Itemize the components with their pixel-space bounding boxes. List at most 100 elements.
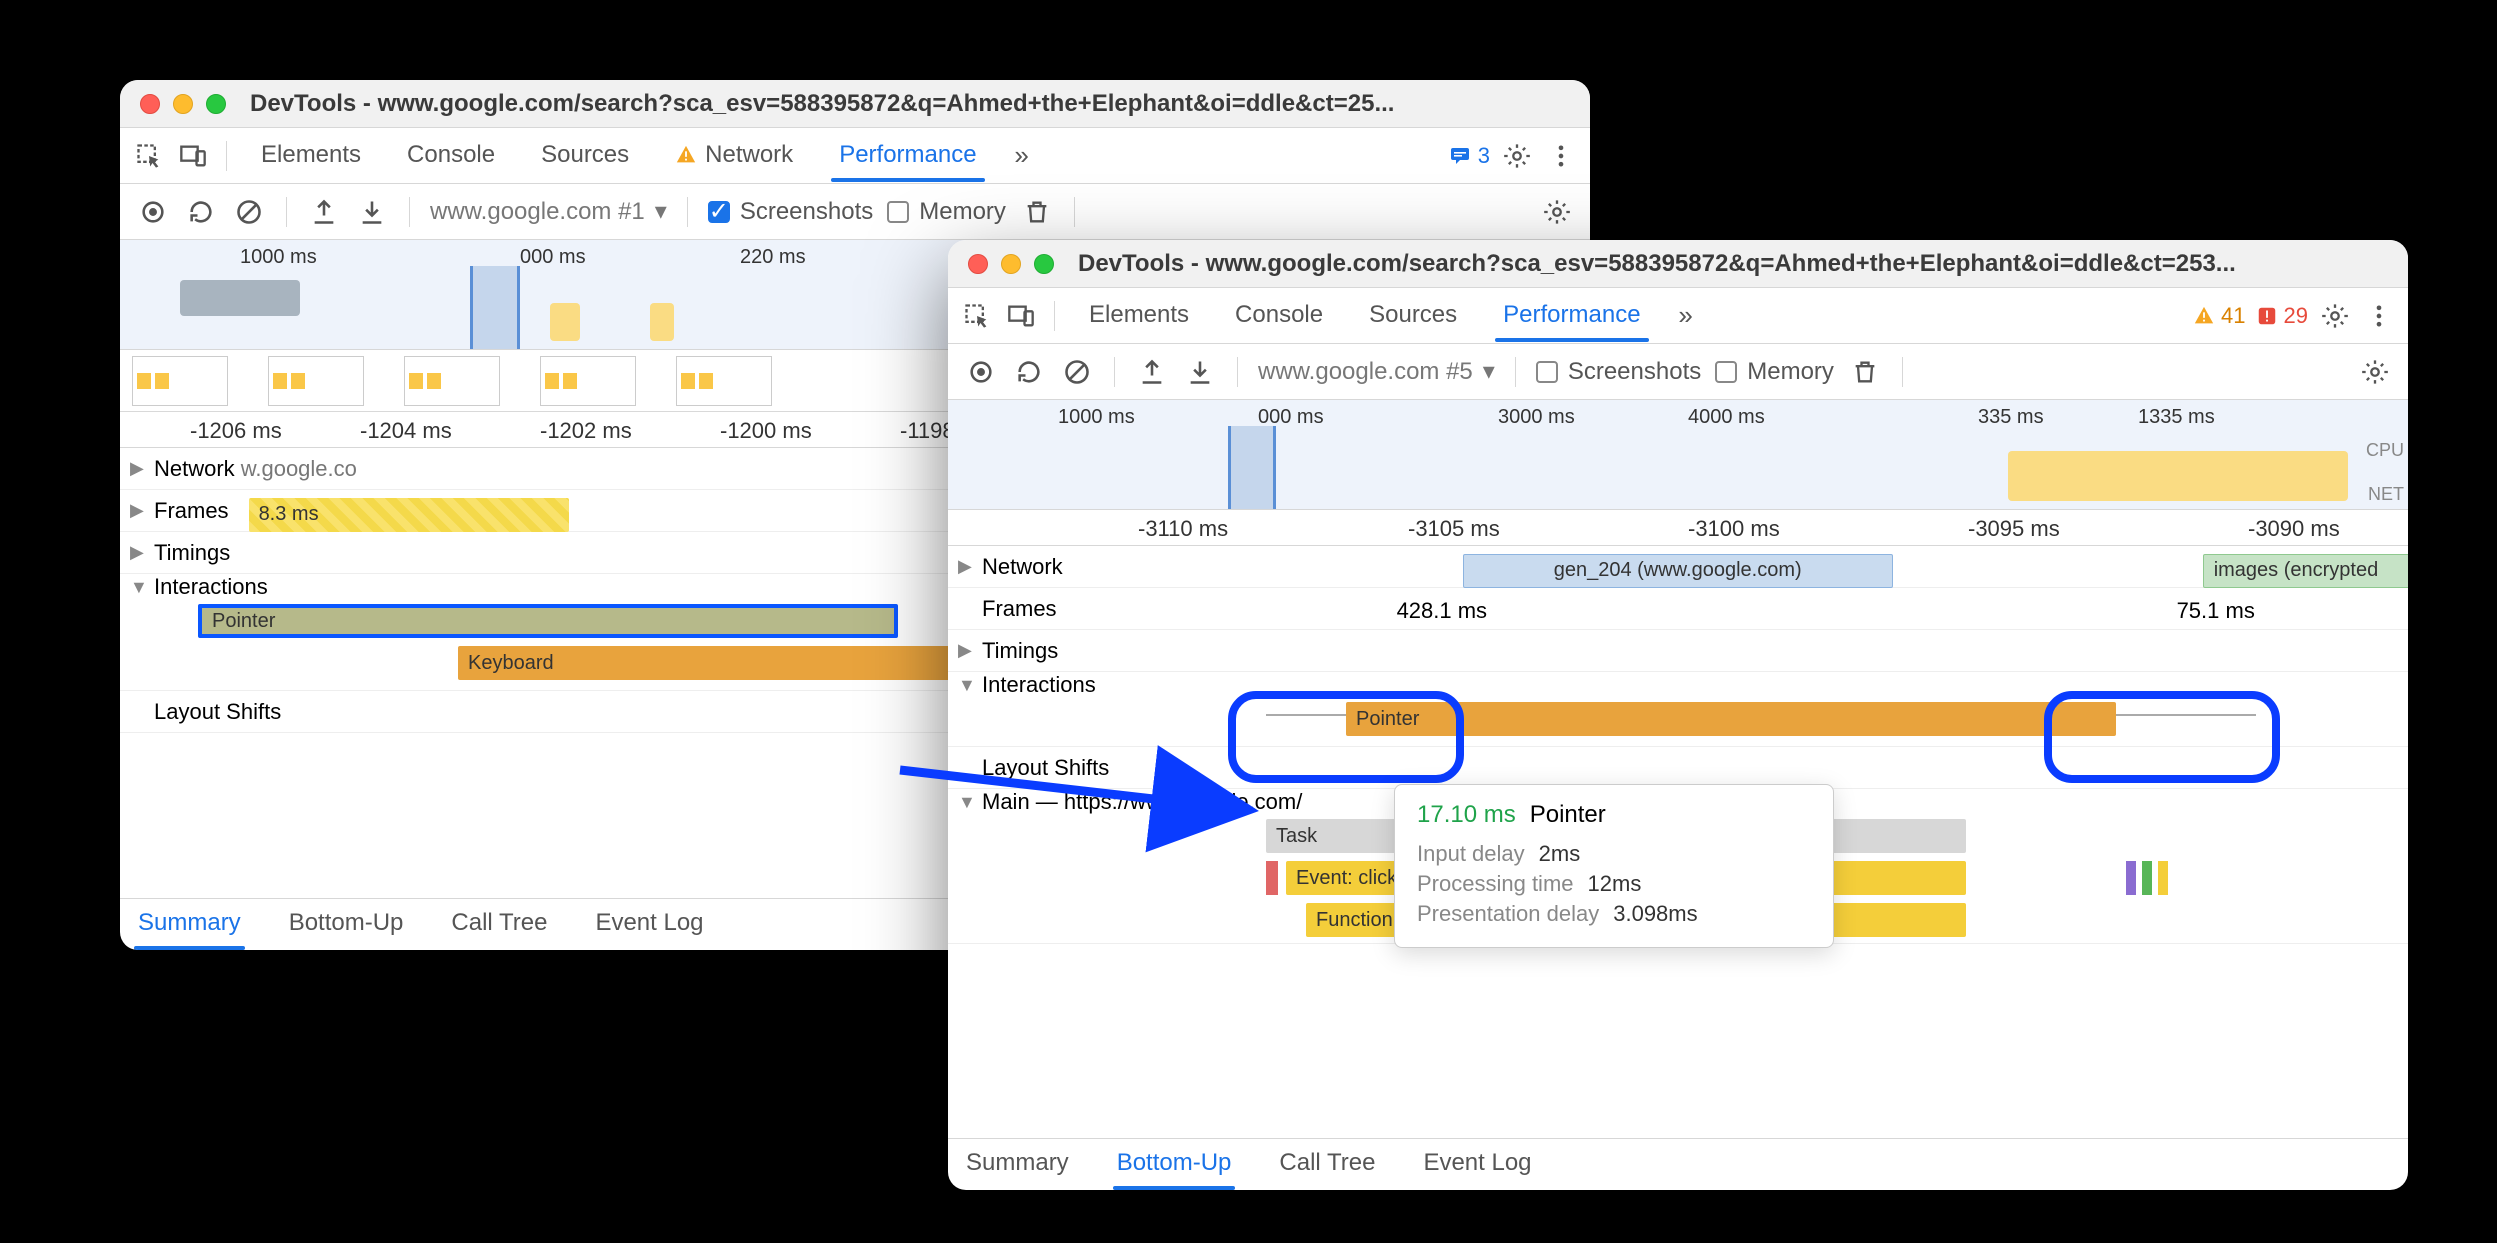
screenshot-thumbnail[interactable] <box>404 356 500 406</box>
btab-call-tree[interactable]: Call Tree <box>1275 1141 1379 1189</box>
recording-select[interactable]: www.google.com #1 ▾ <box>430 197 667 226</box>
screenshot-thumbnail[interactable] <box>676 356 772 406</box>
recording-select[interactable]: www.google.com #5 ▾ <box>1258 357 1495 386</box>
record-icon[interactable] <box>136 195 170 229</box>
minimap-tick: 000 ms <box>520 246 586 269</box>
more-tabs-icon[interactable]: » <box>1005 139 1039 173</box>
screenshots-checkbox[interactable]: Screenshots <box>1536 358 1701 386</box>
minimap-tick: 1335 ms <box>2138 406 2215 429</box>
track-frames[interactable]: Frames 428.1 ms 75.1 ms <box>948 588 2408 630</box>
separator <box>409 197 410 227</box>
btab-bottom-up[interactable]: Bottom-Up <box>285 901 408 949</box>
track-timings[interactable]: ▶ Timings <box>948 630 2408 672</box>
inspect-icon[interactable] <box>132 139 166 173</box>
gear-icon[interactable] <box>2358 355 2392 389</box>
btab-event-log[interactable]: Event Log <box>591 901 707 949</box>
clear-icon[interactable] <box>232 195 266 229</box>
interaction-pointer-bar[interactable]: Pointer <box>198 604 898 638</box>
tab-performance[interactable]: Performance <box>1485 291 1658 341</box>
details-tabs: Summary Bottom-Up Call Tree Event Log <box>948 1138 2408 1190</box>
device-toggle-icon[interactable] <box>1004 299 1038 333</box>
track-interactions[interactable]: ▼ Interactions Pointer <box>948 672 2408 747</box>
window-title: DevTools - www.google.com/search?sca_esv… <box>1078 250 2388 278</box>
record-icon[interactable] <box>964 355 998 389</box>
download-icon[interactable] <box>355 195 389 229</box>
close-window-button[interactable] <box>968 254 988 274</box>
frame-time: 428.1 ms <box>1397 598 1488 624</box>
reload-icon[interactable] <box>184 195 218 229</box>
more-tabs-icon[interactable]: » <box>1669 299 1703 333</box>
maximize-window-button[interactable] <box>1034 254 1054 274</box>
traffic-lights <box>140 94 226 114</box>
frame-bar[interactable]: 8.3 ms <box>249 498 569 532</box>
flame-segment <box>2158 861 2168 895</box>
tracks-area: ▶ Network gen_204 (www.google.com) image… <box>948 546 2408 1138</box>
interaction-whisker <box>2116 714 2256 716</box>
kebab-icon[interactable] <box>1544 139 1578 173</box>
minimap-handle[interactable] <box>470 266 520 349</box>
screenshots-checkbox[interactable]: ✓ Screenshots <box>708 198 873 226</box>
separator <box>1054 301 1055 331</box>
clear-icon[interactable] <box>1060 355 1094 389</box>
ruler-tick: -3095 ms <box>1968 516 2060 542</box>
kebab-icon[interactable] <box>2362 299 2396 333</box>
interaction-pointer-bar[interactable]: Pointer <box>1346 702 2116 736</box>
warning-icon <box>675 144 697 166</box>
caret-down-icon: ▼ <box>958 792 976 813</box>
btab-summary[interactable]: Summary <box>134 901 245 949</box>
tab-elements[interactable]: Elements <box>243 131 379 181</box>
trash-icon[interactable] <box>1020 195 1054 229</box>
timeline-ruler[interactable]: -3110 ms -3105 ms -3100 ms -3095 ms -309… <box>948 510 2408 546</box>
btab-event-log[interactable]: Event Log <box>1419 1141 1535 1189</box>
warnings-badge[interactable]: 41 <box>2193 303 2245 329</box>
settings-icon[interactable] <box>1500 139 1534 173</box>
minimize-window-button[interactable] <box>1001 254 1021 274</box>
reload-icon[interactable] <box>1012 355 1046 389</box>
minimize-window-button[interactable] <box>173 94 193 114</box>
memory-checkbox[interactable]: Memory <box>1715 358 1834 386</box>
gear-icon[interactable] <box>1540 195 1574 229</box>
settings-icon[interactable] <box>2318 299 2352 333</box>
screenshot-thumbnail[interactable] <box>540 356 636 406</box>
network-bar[interactable]: gen_204 (www.google.com) <box>1463 554 1893 588</box>
perf-toolbar: www.google.com #1 ▾ ✓ Screenshots Memory <box>120 184 1590 240</box>
tab-console[interactable]: Console <box>389 131 513 181</box>
minimap[interactable]: 1000 ms 000 ms 3000 ms 4000 ms 335 ms 13… <box>948 400 2408 510</box>
close-window-button[interactable] <box>140 94 160 114</box>
device-toggle-icon[interactable] <box>176 139 210 173</box>
btab-summary[interactable]: Summary <box>962 1141 1073 1189</box>
upload-icon[interactable] <box>1135 355 1169 389</box>
errors-badge[interactable]: 29 <box>2256 303 2308 329</box>
tab-elements[interactable]: Elements <box>1071 291 1207 341</box>
tab-console[interactable]: Console <box>1217 291 1341 341</box>
messages-badge[interactable]: 3 <box>1448 143 1490 169</box>
tab-sources[interactable]: Sources <box>523 131 647 181</box>
separator <box>1902 357 1903 387</box>
minimap-segment <box>550 303 580 341</box>
minimap-handle[interactable] <box>1228 426 1276 509</box>
caret-right-icon: ▶ <box>958 556 976 577</box>
minimap-tick: 220 ms <box>740 246 806 269</box>
upload-icon[interactable] <box>307 195 341 229</box>
screenshot-thumbnail[interactable] <box>268 356 364 406</box>
btab-call-tree[interactable]: Call Tree <box>447 901 551 949</box>
tab-performance[interactable]: Performance <box>821 131 994 181</box>
separator <box>286 197 287 227</box>
minimap-tick: 4000 ms <box>1688 406 1765 429</box>
maximize-window-button[interactable] <box>206 94 226 114</box>
memory-checkbox[interactable]: Memory <box>887 198 1006 226</box>
inspect-icon[interactable] <box>960 299 994 333</box>
trash-icon[interactable] <box>1848 355 1882 389</box>
separator <box>1515 357 1516 387</box>
btab-bottom-up[interactable]: Bottom-Up <box>1113 1141 1236 1189</box>
ruler-tick: -3100 ms <box>1688 516 1780 542</box>
screenshot-thumbnail[interactable] <box>132 356 228 406</box>
track-network[interactable]: ▶ Network gen_204 (www.google.com) image… <box>948 546 2408 588</box>
minimap-segment <box>180 280 300 316</box>
tab-network[interactable]: Network <box>657 131 811 181</box>
caret-right-icon: ▶ <box>958 640 976 661</box>
network-bar[interactable]: images (encrypted <box>2203 554 2408 588</box>
download-icon[interactable] <box>1183 355 1217 389</box>
track-layout-shifts[interactable]: Layout Shifts <box>948 747 2408 789</box>
tab-sources[interactable]: Sources <box>1351 291 1475 341</box>
